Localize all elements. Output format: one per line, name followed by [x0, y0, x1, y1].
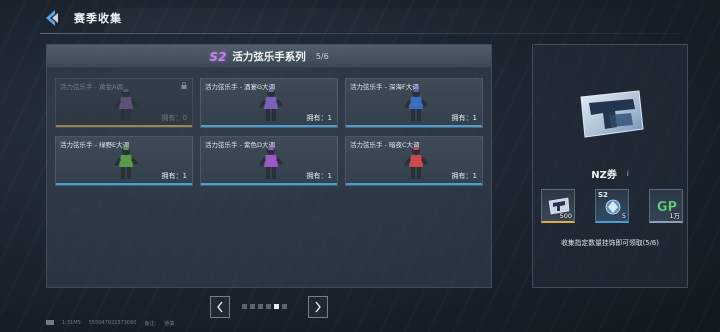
- reward-count: 1万: [669, 212, 680, 220]
- collection-card[interactable]: 活力弦乐手 - 绿野E大调 拥有：1: [55, 136, 193, 186]
- nz-ticket-icon: [580, 90, 644, 138]
- reward-list: 500 S2 5 GP 1万: [541, 189, 683, 223]
- page-dots: [242, 304, 287, 309]
- page-header: 赛季收集: [40, 6, 122, 30]
- collect-hint: 收集指定数量挂饰即可领取(5/6): [561, 239, 659, 247]
- reward-item[interactable]: S2 5: [595, 189, 629, 223]
- card-owned-count: 拥有：0: [161, 114, 187, 122]
- footer-server: 555047922373060: [88, 320, 137, 326]
- reward-title: NZ券 i: [533, 166, 687, 182]
- collection-card[interactable]: 活力弦乐手 - 黄金A调 拥有：0: [55, 78, 193, 128]
- character-figure-icon: [114, 89, 138, 121]
- card-owned-count: 拥有：1: [306, 114, 332, 122]
- next-page-button[interactable]: [308, 296, 328, 318]
- reward-panel: NZ券 i 500 S2 5 GP 1万 收集指定数量挂饰即可领取(5/6): [532, 44, 688, 288]
- back-button[interactable]: [40, 7, 62, 29]
- page-dot[interactable]: [250, 304, 255, 309]
- pagination: [210, 296, 330, 318]
- page-dot[interactable]: [242, 304, 247, 309]
- collection-card[interactable]: 活力弦乐手 - 紫色D大调 拥有：1: [200, 136, 338, 186]
- footer-note-label: 备注:: [144, 321, 157, 327]
- card-owned-count: 拥有：1: [161, 172, 187, 180]
- character-figure-icon: [114, 147, 138, 179]
- character-figure-icon: [404, 147, 428, 179]
- character-figure-icon: [259, 89, 283, 121]
- collection-card[interactable]: 活力弦乐手 - 酒宴G大调 拥有：1: [200, 78, 338, 128]
- season-badge: S2: [209, 49, 227, 64]
- page-dot[interactable]: [282, 304, 287, 309]
- collection-card[interactable]: 活力弦乐手 - 暗夜C大调 拥有：1: [345, 136, 483, 186]
- reward-count: 5: [621, 212, 626, 220]
- uid-icon: [46, 320, 54, 325]
- prev-page-button[interactable]: [210, 296, 230, 318]
- chevron-right-icon: [315, 301, 321, 313]
- series-progress: 5/6: [315, 52, 329, 61]
- reward-item[interactable]: 500: [541, 189, 575, 223]
- card-owned-count: 拥有：1: [306, 172, 332, 180]
- collection-card[interactable]: 活力弦乐手 - 深海F大调 拥有：1: [345, 78, 483, 128]
- reward-item-name: NZ券: [591, 170, 617, 181]
- page-dot[interactable]: [258, 304, 263, 309]
- card-owned-count: 拥有：1: [451, 114, 477, 122]
- page-title: 赛季收集: [74, 12, 122, 25]
- info-icon[interactable]: i: [627, 170, 629, 178]
- header-decoration: [103, 8, 697, 32]
- series-title: 活力弦乐手系列: [232, 51, 306, 63]
- card-grid: 活力弦乐手 - 黄金A调 拥有：0 活力弦乐手 - 酒宴G大调 拥有：1 活力弦…: [55, 78, 487, 186]
- footer-uid: 1:31MS: [62, 320, 81, 326]
- character-figure-icon: [404, 89, 428, 121]
- series-header: S2 活力弦乐手系列 5/6: [47, 49, 491, 64]
- page-dot[interactable]: [266, 304, 271, 309]
- footer-note-value: 待填: [164, 321, 175, 327]
- header-divider: [40, 33, 680, 34]
- card-owned-count: 拥有：1: [451, 172, 477, 180]
- collection-panel: S2 活力弦乐手系列 5/6 活力弦乐手 - 黄金A调 拥有：0 活力弦乐手 -…: [46, 44, 492, 288]
- page-dot[interactable]: [274, 304, 279, 309]
- back-arrow-icon: [46, 10, 58, 26]
- reward-item[interactable]: GP 1万: [649, 189, 683, 223]
- lock-icon: [181, 82, 187, 89]
- chevron-left-icon: [217, 301, 223, 313]
- character-figure-icon: [259, 147, 283, 179]
- footer-info: 1:31MS 555047922373060 备注: 待填: [46, 320, 174, 327]
- reward-count: 500: [559, 212, 572, 220]
